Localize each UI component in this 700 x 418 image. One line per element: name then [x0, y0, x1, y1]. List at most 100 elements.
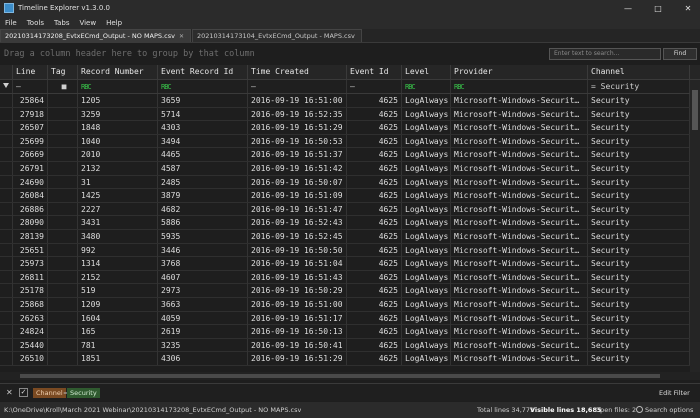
table-row[interactable]: 26886 2227 4682 2016-09-19 16:51:47 4625 LogA… [0, 202, 700, 217]
table-cell[interactable]: 3259 [78, 107, 158, 121]
tab-no-maps[interactable]: 20210314173208_EvtxECmd_Output - NO MAPS… [0, 29, 191, 42]
column-header-record-number[interactable]: Record Number [78, 65, 158, 79]
table-cell[interactable]: Microsoft-Windows-Securit… [451, 243, 588, 257]
table-cell[interactable]: 4625 [347, 338, 402, 352]
table-cell[interactable]: 781 [78, 338, 158, 352]
tag-cell[interactable] [48, 162, 78, 175]
table-cell[interactable]: 4682 [158, 202, 248, 216]
tag-cell[interactable] [48, 202, 78, 216]
scrollbar-thumb[interactable] [692, 90, 698, 130]
table-row[interactable]: 26791 2132 4587 2016-09-19 16:51:42 4625 LogA… [0, 162, 700, 176]
menu-help[interactable]: Help [101, 19, 127, 27]
table-cell[interactable]: 2016-09-19 16:51:17 [248, 311, 347, 325]
table-cell[interactable]: 26263 [13, 311, 48, 325]
table-cell[interactable]: 2619 [158, 325, 248, 339]
table-cell[interactable]: 3879 [158, 189, 248, 203]
filter-value[interactable]: Security [67, 388, 100, 398]
table-cell[interactable]: 1209 [78, 298, 158, 311]
table-cell[interactable]: 24690 [13, 175, 48, 189]
column-header-time-created[interactable]: Time Created [248, 65, 347, 79]
column-header-channel[interactable]: Channel [588, 65, 690, 79]
table-cell[interactable]: Security [588, 134, 690, 148]
vertical-scrollbar[interactable] [690, 80, 700, 372]
table-cell[interactable]: 2016-09-19 16:50:29 [248, 284, 347, 298]
table-cell[interactable]: Security [588, 148, 690, 162]
table-cell[interactable]: 4625 [347, 216, 402, 230]
table-cell[interactable]: 992 [78, 243, 158, 257]
table-cell[interactable]: Security [588, 257, 690, 271]
table-cell[interactable]: LogAlways [402, 216, 451, 230]
table-cell[interactable]: 4625 [347, 189, 402, 203]
tag-cell[interactable] [48, 270, 78, 284]
row-indicator[interactable] [0, 107, 13, 121]
menu-tabs[interactable]: Tabs [49, 19, 75, 27]
table-cell[interactable]: 4625 [347, 230, 402, 243]
table-cell[interactable]: Security [588, 243, 690, 257]
table-cell[interactable]: 27918 [13, 107, 48, 121]
table-cell[interactable]: Security [588, 284, 690, 298]
table-cell[interactable]: LogAlways [402, 175, 451, 189]
table-cell[interactable]: 4625 [347, 257, 402, 271]
table-cell[interactable]: 26669 [13, 148, 48, 162]
table-cell[interactable]: 4625 [347, 121, 402, 135]
table-cell[interactable]: Microsoft-Windows-Securit… [451, 134, 588, 148]
table-cell[interactable]: Security [588, 230, 690, 243]
table-cell[interactable]: 2485 [158, 175, 248, 189]
table-cell[interactable]: LogAlways [402, 94, 451, 107]
table-cell[interactable]: 2016-09-19 16:52:45 [248, 230, 347, 243]
table-cell[interactable]: 4303 [158, 121, 248, 135]
column-header-level[interactable]: Level [402, 65, 451, 79]
tag-cell[interactable] [48, 311, 78, 325]
table-cell[interactable]: 3663 [158, 298, 248, 311]
column-header-provider[interactable]: Provider [451, 65, 588, 79]
table-cell[interactable]: LogAlways [402, 311, 451, 325]
row-indicator[interactable] [0, 311, 13, 325]
table-row[interactable]: 28139 3480 5935 2016-09-19 16:52:45 4625 LogA… [0, 230, 700, 244]
column-header-event-id[interactable]: Event Id [347, 65, 402, 79]
table-cell[interactable]: LogAlways [402, 284, 451, 298]
table-cell[interactable]: 1604 [78, 311, 158, 325]
tag-cell[interactable] [48, 107, 78, 121]
table-cell[interactable]: Security [588, 202, 690, 216]
table-row[interactable]: 26084 1425 3879 2016-09-19 16:51:09 4625 LogA… [0, 189, 700, 203]
table-row[interactable]: 24690 31 2485 2016-09-19 16:50:07 4625 LogAlw… [0, 175, 700, 190]
table-cell[interactable]: 5714 [158, 107, 248, 121]
tag-cell[interactable] [48, 134, 78, 148]
table-cell[interactable]: Microsoft-Windows-Securit… [451, 311, 588, 325]
filter-cell-tag[interactable]: ■ [48, 80, 78, 93]
table-cell[interactable]: Microsoft-Windows-Securit… [451, 175, 588, 189]
table-cell[interactable]: 2016-09-19 16:51:04 [248, 257, 347, 271]
table-cell[interactable]: 4625 [347, 134, 402, 148]
filter-cell-event-id[interactable]: — [347, 80, 402, 93]
find-button[interactable]: Find [663, 48, 697, 60]
tag-cell[interactable] [48, 298, 78, 311]
row-indicator[interactable] [0, 202, 13, 216]
row-indicator[interactable] [0, 216, 13, 230]
row-indicator[interactable] [0, 270, 13, 284]
table-row[interactable]: 26510 1851 4306 2016-09-19 16:51:29 4625 LogA… [0, 352, 700, 366]
row-indicator[interactable] [0, 284, 13, 298]
filter-cell-level[interactable]: RBC [402, 80, 451, 93]
table-cell[interactable]: 26510 [13, 352, 48, 366]
filter-cell-time-created[interactable]: — [248, 80, 347, 93]
row-indicator[interactable] [0, 298, 13, 311]
table-cell[interactable]: 2016-09-19 16:50:41 [248, 338, 347, 352]
filter-cell-event-record-id[interactable]: RBC [158, 80, 248, 93]
table-cell[interactable]: 2016-09-19 16:51:09 [248, 189, 347, 203]
table-cell[interactable]: 2016-09-19 16:51:47 [248, 202, 347, 216]
table-cell[interactable]: LogAlways [402, 257, 451, 271]
table-cell[interactable]: LogAlways [402, 338, 451, 352]
table-cell[interactable]: 4625 [347, 284, 402, 298]
table-cell[interactable]: 4465 [158, 148, 248, 162]
edit-filter-button[interactable]: Edit Filter [659, 389, 690, 397]
table-cell[interactable]: 25868 [13, 298, 48, 311]
table-cell[interactable]: Microsoft-Windows-Securit… [451, 121, 588, 135]
clear-filter-icon[interactable]: ✕ [6, 388, 13, 397]
table-cell[interactable]: 2016-09-19 16:51:00 [248, 298, 347, 311]
table-cell[interactable]: 26084 [13, 189, 48, 203]
table-cell[interactable]: 4625 [347, 107, 402, 121]
table-cell[interactable]: 3431 [78, 216, 158, 230]
table-cell[interactable]: 25440 [13, 338, 48, 352]
table-cell[interactable]: 26886 [13, 202, 48, 216]
column-header-tag[interactable]: Tag [48, 65, 78, 79]
